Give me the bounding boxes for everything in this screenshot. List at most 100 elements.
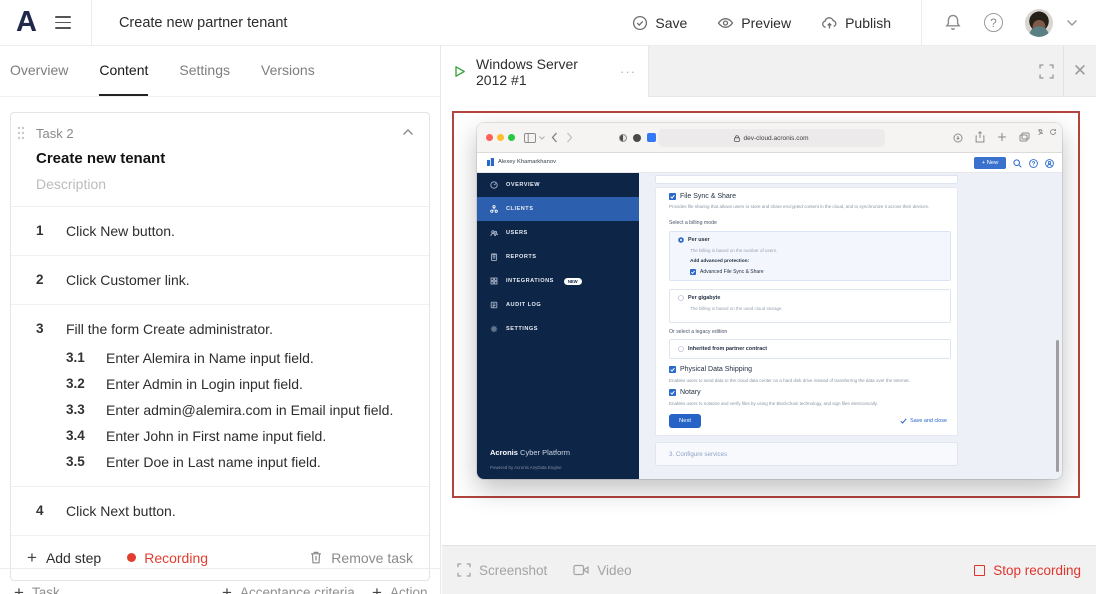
recording-indicator[interactable]: Recording	[127, 550, 208, 566]
console-help-icon[interactable]	[1029, 159, 1038, 168]
substep-row[interactable]: 3.4 Enter John in First name input field…	[66, 428, 413, 444]
extension-icon[interactable]	[647, 133, 656, 142]
dark-mode-icon[interactable]	[633, 134, 641, 142]
eye-icon	[717, 15, 734, 31]
tab-settings[interactable]: Settings	[179, 46, 230, 96]
menu-icon[interactable]	[54, 16, 71, 29]
console-account-icon[interactable]	[1045, 159, 1054, 168]
add-step-button[interactable]: + Add step	[27, 549, 101, 566]
step-row-4[interactable]: 4 Click Next button.	[11, 486, 429, 535]
publish-button[interactable]: Publish	[821, 15, 891, 31]
vm-tab-more-icon[interactable]: ···	[620, 64, 636, 79]
gear-icon	[490, 325, 498, 333]
account-chevron-down-icon[interactable]	[1066, 19, 1078, 27]
notifications-bell-icon[interactable]	[944, 13, 962, 32]
close-traffic-light[interactable]	[486, 134, 493, 141]
substep-row[interactable]: 3.3 Enter admin@alemira.com in Email inp…	[66, 402, 413, 418]
screenshot-button[interactable]: Screenshot	[457, 563, 547, 578]
downloads-icon[interactable]	[953, 133, 963, 143]
forward-icon[interactable]	[566, 132, 573, 143]
substep-row[interactable]: 3.2 Enter Admin in Login input field.	[66, 376, 413, 392]
task-description-placeholder[interactable]: Description	[36, 176, 413, 192]
screenshot-icon	[457, 563, 471, 577]
minimize-traffic-light[interactable]	[497, 134, 504, 141]
page-scrollbar[interactable]	[1056, 340, 1059, 472]
video-button[interactable]: Video	[573, 563, 632, 578]
substep-number: 3.3	[66, 402, 85, 417]
substep-text: Enter Alemira in Name input field.	[106, 350, 314, 366]
add-action-button[interactable]: + Action	[372, 584, 427, 594]
audit-log-icon	[490, 301, 498, 309]
sidebar-toggle-icon[interactable]	[524, 133, 536, 143]
next-button[interactable]: Next	[669, 414, 701, 428]
app-logo[interactable]: A	[16, 8, 37, 37]
step-number: 2	[36, 272, 44, 287]
console-search-icon[interactable]	[1013, 159, 1022, 168]
substep-text: Enter admin@alemira.com in Email input f…	[106, 402, 394, 418]
close-icon: ✕	[1072, 61, 1088, 80]
step-row-3[interactable]: 3 Fill the form Create administrator. 3.…	[11, 304, 429, 486]
notary-checkbox-row[interactable]: Notary	[669, 389, 949, 396]
address-bar[interactable]: dev-cloud.acronis.com	[658, 129, 885, 147]
nav-settings[interactable]: SETTINGS	[477, 317, 639, 341]
per-gigabyte-option-box[interactable]: Per gigabyte The billing is based on the…	[669, 289, 951, 323]
tab-overview-icon[interactable]	[1019, 132, 1030, 142]
remote-browser-window[interactable]: dev-cloud.acronis.com Alexey Khamarkhano…	[477, 123, 1062, 479]
collapse-chevron-up-icon[interactable]	[402, 128, 414, 136]
back-icon[interactable]	[551, 132, 558, 143]
tab-versions[interactable]: Versions	[261, 46, 315, 96]
save-button[interactable]: Save	[632, 15, 687, 31]
url-text: dev-cloud.acronis.com	[743, 134, 809, 142]
vm-tab[interactable]: Windows Server 2012 #1 ···	[442, 46, 649, 97]
step-row-1[interactable]: 1 Click New button.	[11, 206, 429, 255]
inherited-radio-row[interactable]: Inherited from partner contract	[678, 346, 767, 352]
nav-audit-log[interactable]: AUDIT LOG	[477, 293, 639, 317]
per-user-option-box[interactable]: Per user The billing is based on the num…	[669, 231, 951, 281]
new-badge: NEW	[563, 277, 582, 285]
console-new-button[interactable]: + New	[974, 157, 1006, 169]
per-gigabyte-radio-row[interactable]: Per gigabyte	[678, 295, 720, 301]
remove-task-button[interactable]: Remove task	[309, 550, 413, 566]
inherited-option-box[interactable]: Inherited from partner contract	[669, 339, 951, 359]
nav-integrations[interactable]: INTEGRATIONS NEW	[477, 269, 639, 293]
substep-row[interactable]: 3.5 Enter Doe in Last name input field.	[66, 454, 413, 470]
new-tab-icon[interactable]	[997, 132, 1007, 142]
save-and-close-link[interactable]: Save and close	[900, 418, 947, 424]
gauge-icon	[490, 181, 498, 189]
add-acceptance-criteria-button[interactable]: + Acceptance criteria	[222, 584, 355, 594]
task-title[interactable]: Create new tenant	[36, 150, 413, 167]
sidebar-chevron-icon[interactable]	[539, 136, 545, 140]
step-text: Click New button.	[66, 223, 175, 239]
reader-reload-icons[interactable]	[1037, 128, 1057, 136]
close-vm-button[interactable]: ✕	[1063, 46, 1096, 96]
advanced-fss-checkbox-row[interactable]: Advanced File Sync & Share	[690, 269, 764, 275]
shield-icon[interactable]	[619, 134, 627, 142]
nav-overview[interactable]: OVERVIEW	[477, 173, 639, 197]
share-icon[interactable]	[975, 131, 985, 143]
save-check-icon	[632, 15, 648, 31]
drag-handle-icon[interactable]	[17, 126, 25, 140]
zoom-traffic-light[interactable]	[508, 134, 515, 141]
add-task-button[interactable]: + Task	[14, 584, 60, 594]
step-row-2[interactable]: 2 Click Customer link.	[11, 255, 429, 304]
per-user-description: The billing is based on the number of us…	[690, 248, 778, 253]
substep-number: 3.5	[66, 454, 85, 469]
nav-reports[interactable]: REPORTS	[477, 245, 639, 269]
pds-checkbox-row[interactable]: Physical Data Shipping	[669, 366, 949, 373]
preview-button[interactable]: Preview	[717, 15, 791, 31]
fullscreen-button[interactable]	[1030, 46, 1063, 96]
configure-services-section[interactable]: 3. Configure services	[655, 442, 958, 466]
substep-row[interactable]: 3.1 Enter Alemira in Name input field.	[66, 350, 413, 366]
per-user-radio-row[interactable]: Per user	[678, 237, 710, 243]
pds-description: Enables users to send data to the cloud …	[669, 378, 910, 383]
tab-content[interactable]: Content	[99, 46, 149, 96]
help-icon[interactable]: ?	[984, 13, 1003, 32]
console-user[interactable]: Alexey Khamarkhanov	[487, 158, 556, 166]
stop-recording-button[interactable]: Stop recording	[974, 563, 1081, 578]
fss-checkbox-row[interactable]: File Sync & Share	[669, 193, 949, 200]
avatar[interactable]	[1025, 8, 1053, 37]
plus-icon: +	[222, 583, 232, 594]
nav-users[interactable]: USERS	[477, 221, 639, 245]
tab-overview[interactable]: Overview	[10, 46, 68, 96]
nav-clients[interactable]: CLIENTS	[477, 197, 639, 221]
